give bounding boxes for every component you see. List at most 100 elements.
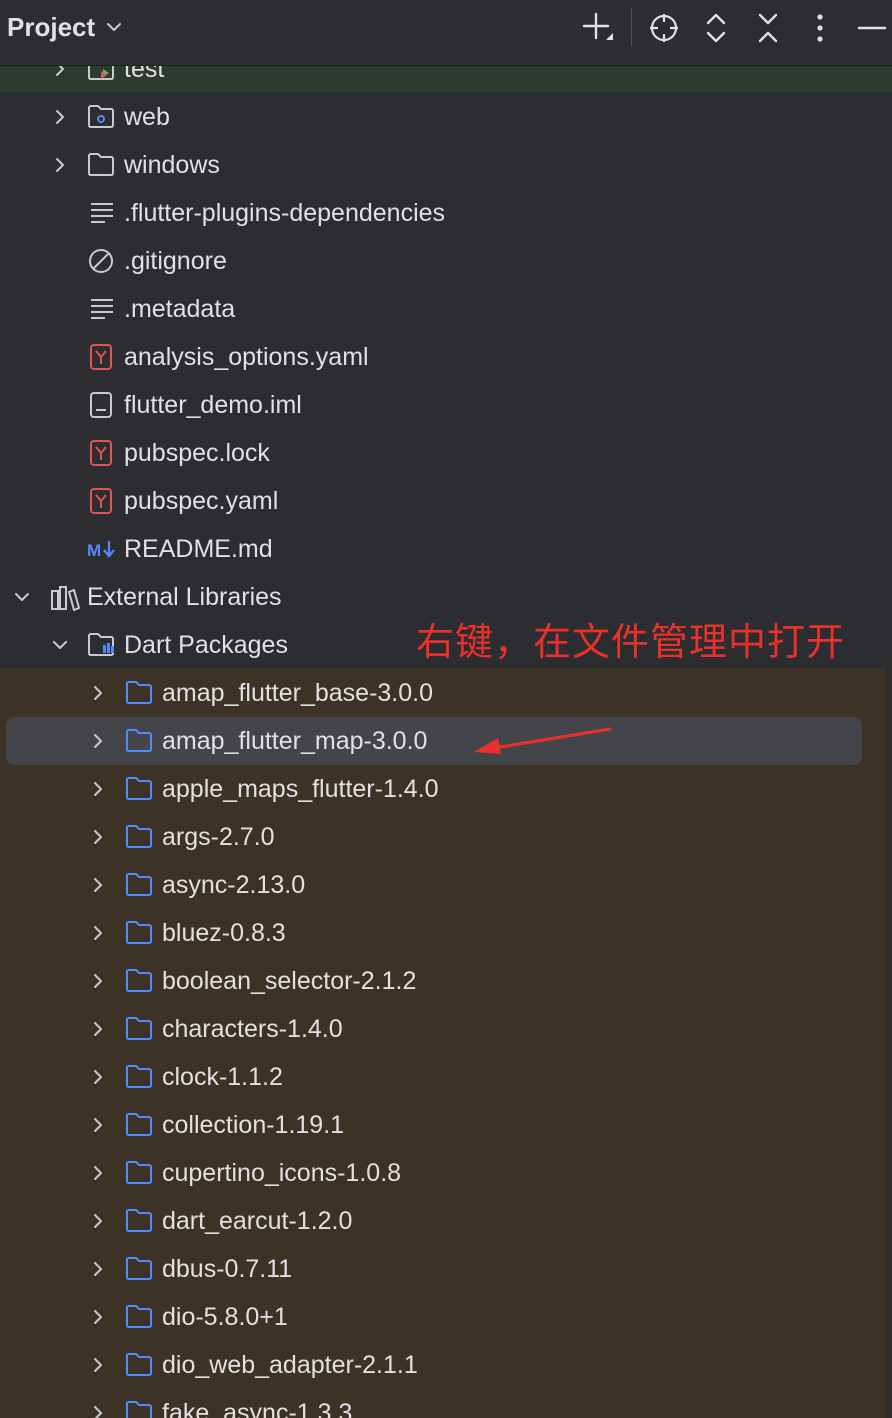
package-folder-icon	[126, 1065, 152, 1088]
tree-item-label: dio_web_adapter-2.1.1	[162, 1351, 418, 1379]
tree-item-label: dio-5.8.0+1	[162, 1303, 288, 1331]
chevron-right-icon[interactable]	[88, 1115, 108, 1135]
tree-item[interactable]: analysis_options.yaml	[0, 333, 892, 381]
yaml-file-icon	[90, 344, 112, 370]
package-item[interactable]: collection-1.19.1	[0, 1101, 892, 1149]
tree-item-label: .gitignore	[124, 247, 227, 275]
package-folder-icon	[126, 1401, 152, 1418]
chevron-right-icon[interactable]	[88, 1163, 108, 1183]
package-folder-icon	[126, 1161, 152, 1184]
project-tool-window: test web windows .flutter-plugins-dependenc…	[0, 0, 892, 1418]
package-folder-icon	[126, 1257, 152, 1280]
chevron-right-icon[interactable]	[88, 875, 108, 895]
tree-item-label: cupertino_icons-1.0.8	[162, 1159, 402, 1187]
tree-item-label: flutter_demo.iml	[124, 391, 302, 419]
chevron-right-icon[interactable]	[88, 731, 108, 751]
toolbar-separator	[631, 8, 632, 46]
chevron-right-icon[interactable]	[88, 1259, 108, 1279]
expand-all-button[interactable]	[696, 8, 736, 48]
tree-item-label: Dart Packages	[124, 631, 288, 659]
yaml-file-icon	[90, 440, 112, 466]
package-folder-icon	[126, 873, 152, 896]
tree-item-label: pubspec.lock	[124, 439, 270, 467]
chevron-right-icon[interactable]	[50, 107, 70, 127]
tree-item-label: analysis_options.yaml	[124, 343, 369, 371]
hide-panel-button[interactable]	[852, 8, 892, 48]
tree-item-label: .flutter-plugins-dependencies	[124, 199, 446, 227]
package-item[interactable]: bluez-0.8.3	[0, 909, 892, 957]
folder-icon	[88, 153, 114, 176]
package-folder-icon	[126, 729, 152, 752]
chevron-right-icon[interactable]	[88, 1403, 108, 1418]
tree-item-label: External Libraries	[87, 583, 282, 611]
locate-button[interactable]	[644, 8, 684, 48]
tree-item-label: clock-1.1.2	[162, 1063, 283, 1091]
tree-item[interactable]: web	[0, 93, 892, 141]
tree-item[interactable]: pubspec.lock	[0, 429, 892, 477]
iml-file-icon	[90, 392, 112, 418]
package-item[interactable]: async-2.13.0	[0, 861, 892, 909]
package-item[interactable]: boolean_selector-2.1.2	[0, 957, 892, 1005]
chevron-right-icon[interactable]	[88, 827, 108, 847]
chevron-right-icon[interactable]	[88, 1067, 108, 1087]
package-folder-icon	[126, 1353, 152, 1376]
package-item[interactable]: characters-1.4.0	[0, 1005, 892, 1053]
project-view-selector[interactable]: Project	[7, 10, 123, 44]
chevron-right-icon[interactable]	[88, 1211, 108, 1231]
package-item[interactable]: dio_web_adapter-2.1.1	[0, 1341, 892, 1389]
chevron-right-icon[interactable]	[88, 683, 108, 703]
options-menu-button[interactable]	[800, 8, 840, 48]
package-item[interactable]: cupertino_icons-1.0.8	[0, 1149, 892, 1197]
package-item[interactable]: clock-1.1.2	[0, 1053, 892, 1101]
tree-item[interactable]: .flutter-plugins-dependencies	[0, 189, 892, 237]
tree-item[interactable]: windows	[0, 141, 892, 189]
chevron-right-icon[interactable]	[88, 1019, 108, 1039]
tree-item-label: amap_flutter_map-3.0.0	[162, 727, 428, 755]
chevron-down-icon[interactable]	[12, 587, 32, 607]
package-folder-icon	[126, 825, 152, 848]
chevron-right-icon[interactable]	[88, 971, 108, 991]
package-item[interactable]: dio-5.8.0+1	[0, 1293, 892, 1341]
package-folder-icon	[126, 969, 152, 992]
locate-icon	[650, 14, 678, 42]
package-item[interactable]: amap_flutter_base-3.0.0	[0, 669, 892, 717]
add-button[interactable]	[578, 8, 618, 48]
annotation-arrow-icon	[474, 727, 612, 754]
chevron-right-icon[interactable]	[88, 779, 108, 799]
minimize-icon	[857, 26, 887, 30]
collapse-all-icon	[758, 13, 778, 43]
yaml-file-icon	[90, 488, 112, 514]
package-folder-icon	[126, 1209, 152, 1232]
tree-item-label: amap_flutter_base-3.0.0	[162, 679, 434, 707]
package-item[interactable]: fake_async-1.3.3	[0, 1389, 892, 1418]
tree-item-label: pubspec.yaml	[124, 487, 279, 515]
chevron-down-icon[interactable]	[50, 635, 70, 655]
panel-title: Project	[7, 11, 96, 42]
text-file-icon	[91, 203, 113, 223]
package-item[interactable]: amap_flutter_map-3.0.0	[0, 717, 892, 765]
tree-item[interactable]: M README.md	[0, 525, 892, 573]
tree-item-external-libraries[interactable]: External Libraries	[0, 573, 892, 621]
chevron-right-icon[interactable]	[88, 1307, 108, 1327]
tree-item[interactable]: pubspec.yaml	[0, 477, 892, 525]
package-item[interactable]: dart_earcut-1.2.0	[0, 1197, 892, 1245]
tree-item-label: boolean_selector-2.1.2	[162, 967, 417, 995]
chevron-right-icon[interactable]	[88, 1355, 108, 1375]
package-folder-icon	[126, 1017, 152, 1040]
tree-item-label: characters-1.4.0	[162, 1015, 343, 1043]
chevron-right-icon[interactable]	[88, 923, 108, 943]
package-item[interactable]: args-2.7.0	[0, 813, 892, 861]
package-item[interactable]: dbus-0.7.11	[0, 1245, 892, 1293]
tree-item-label: fake_async-1.3.3	[162, 1399, 353, 1418]
svg-text:M: M	[87, 541, 101, 560]
package-item[interactable]: apple_maps_flutter-1.4.0	[0, 765, 892, 813]
chevron-right-icon[interactable]	[50, 155, 70, 175]
tree-item[interactable]: .metadata	[0, 285, 892, 333]
tree-item[interactable]: flutter_demo.iml	[0, 381, 892, 429]
tree-item-label: dart_earcut-1.2.0	[162, 1207, 353, 1235]
collapse-all-button[interactable]	[748, 8, 788, 48]
tree-item[interactable]: .gitignore	[0, 237, 892, 285]
tree-item-label: apple_maps_flutter-1.4.0	[162, 775, 439, 803]
text-file-icon	[91, 299, 113, 319]
package-folder-icon	[126, 1113, 152, 1136]
